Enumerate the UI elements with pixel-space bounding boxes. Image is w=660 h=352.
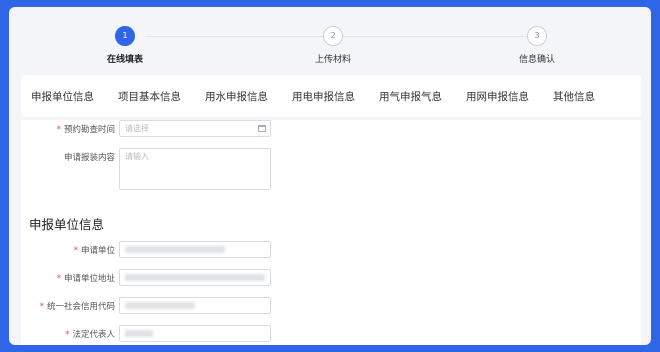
install-content-textarea[interactable]: 请输入 xyxy=(119,148,271,190)
step-number: 1 xyxy=(115,26,135,46)
survey-time-label: * 预约勘查时间 xyxy=(56,125,115,135)
tab-applicant-info[interactable]: 申报单位信息 xyxy=(31,89,94,104)
install-content-placeholder: 请输入 xyxy=(125,152,149,161)
applicant-input[interactable] xyxy=(119,241,271,258)
credit-code-label: * 统一社会信用代码 xyxy=(39,302,115,312)
applicant-address-label: * 申请单位地址 xyxy=(56,274,115,284)
applicant-label: * 申请单位 xyxy=(73,246,115,256)
tab-water-info[interactable]: 用水申报信息 xyxy=(205,89,268,104)
tab-network-info[interactable]: 用网申报信息 xyxy=(466,89,529,104)
survey-time-picker[interactable]: 请选择 xyxy=(119,120,271,137)
calendar-icon xyxy=(258,125,266,132)
redacted-value xyxy=(125,330,153,337)
install-content-label: 申请报装内容 xyxy=(63,153,115,163)
redacted-value xyxy=(125,274,265,281)
step-label: 上传材料 xyxy=(314,55,351,65)
survey-time-placeholder: 请选择 xyxy=(125,124,149,133)
app-frame: 1 在线填表 2 上传材料 3 信息确认 申报单位信息 项目基本信息 用水申报信… xyxy=(9,7,651,345)
step-label: 信息确认 xyxy=(518,55,555,65)
step-1: 1 在线填表 xyxy=(85,26,165,65)
install-content-row: 申请报装内容 请输入 xyxy=(21,148,641,190)
step-number: 2 xyxy=(323,26,343,46)
step-label: 在线填表 xyxy=(106,55,143,65)
tab-project-info[interactable]: 项目基本信息 xyxy=(118,89,181,104)
applicant-address-input[interactable] xyxy=(119,269,271,286)
legal-rep-input[interactable] xyxy=(119,325,271,342)
credit-code-input[interactable] xyxy=(119,297,271,314)
credit-code-row: * 统一社会信用代码 xyxy=(21,297,641,315)
applicant-row: * 申请单位 xyxy=(21,241,641,259)
survey-time-row: * 预约勘查时间 请选择 xyxy=(21,120,641,138)
tab-other-info[interactable]: 其他信息 xyxy=(553,89,595,104)
section-tabs: 申报单位信息 项目基本信息 用水申报信息 用电申报信息 用气申报气息 用网申报信… xyxy=(21,75,641,117)
step-number: 3 xyxy=(527,26,547,46)
application-form: * 预约勘查时间 请选择 申请报装内容 请输入 申报单位信息 * 申请单位 * 申请单… xyxy=(21,120,641,345)
progress-stepper: 1 在线填表 2 上传材料 3 信息确认 xyxy=(9,7,651,75)
redacted-value xyxy=(125,302,195,309)
step-3: 3 信息确认 xyxy=(497,26,577,65)
tab-gas-info[interactable]: 用气申报气息 xyxy=(379,89,442,104)
redacted-value xyxy=(125,246,225,253)
legal-rep-row: * 法定代表人 xyxy=(21,325,641,343)
section-title: 申报单位信息 xyxy=(29,217,105,232)
tab-electric-info[interactable]: 用电申报信息 xyxy=(292,89,355,104)
legal-rep-label: * 法定代表人 xyxy=(65,330,115,340)
step-2: 2 上传材料 xyxy=(293,26,373,65)
applicant-address-row: * 申请单位地址 xyxy=(21,269,641,287)
